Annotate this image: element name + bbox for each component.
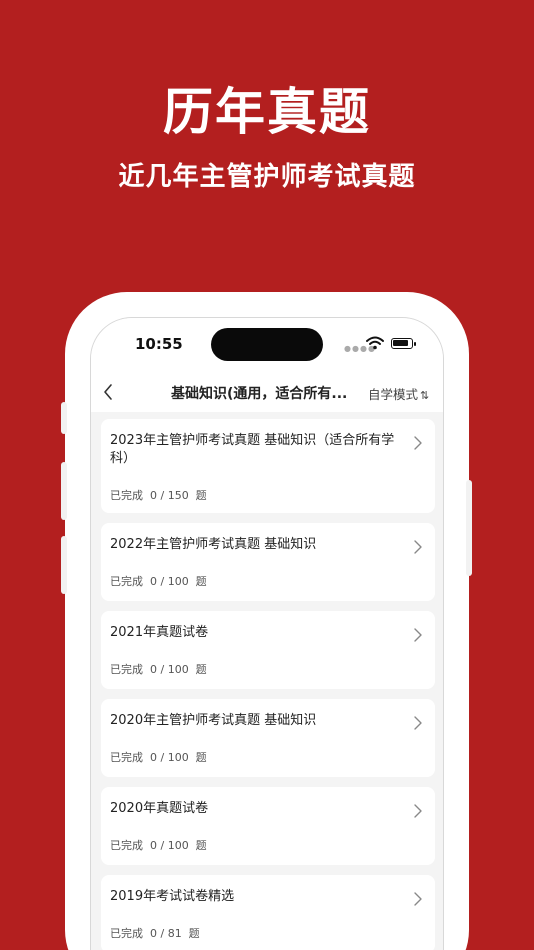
phone-power-button [466,480,472,576]
status-bar: 10:55 ●●●● [91,318,443,376]
paper-progress: 已完成 0 / 100 题 [110,663,207,676]
battery-cap [414,342,416,346]
paper-title: 2022年主管护师考试真题 基础知识 [110,537,317,552]
wifi-icon [366,336,384,350]
back-icon[interactable] [101,381,115,403]
paper-progress: 已完成 0 / 81 题 [110,927,200,940]
sort-icon: ⇅ [420,389,430,402]
paper-item[interactable]: 2020年主管护师考试真题 基础知识 已完成 0 / 100 题 [101,699,435,777]
phone-volume-up [61,462,67,520]
hero-title: 历年真题 [163,83,371,141]
chevron-right-icon [414,436,422,450]
chevron-right-icon [414,628,422,642]
chevron-right-icon [414,716,422,730]
battery-icon [391,338,413,349]
study-mode-label: 自学模式 [368,387,419,402]
paper-progress: 已完成 0 / 100 题 [110,575,207,588]
paper-item[interactable]: 2022年主管护师考试真题 基础知识 已完成 0 / 100 题 [101,523,435,601]
chevron-right-icon [414,804,422,818]
paper-item[interactable]: 2020年真题试卷 已完成 0 / 100 题 [101,787,435,865]
paper-title: 2023年主管护师考试真题 基础知识（适合所有学科） [110,433,395,466]
phone-screen: 10:55 ●●●● 基础知识(通用，适合所有... 自学模式 ⇅ 2023年主管… [90,317,444,950]
status-time: 10:55 [135,335,183,353]
nav-title: 基础知识(通用，适合所有... [171,386,348,402]
nav-bar: 基础知识(通用，适合所有... 自学模式 ⇅ [91,376,443,412]
paper-progress: 已完成 0 / 150 题 [110,489,207,502]
phone-mute-switch [61,402,67,434]
paper-progress: 已完成 0 / 100 题 [110,839,207,852]
hero-subtitle: 近几年主管护师考试真题 [118,162,416,192]
paper-item[interactable]: 2023年主管护师考试真题 基础知识（适合所有学科） 已完成 0 / 150 题 [101,419,435,513]
paper-title: 2019年考试试卷精选 [110,889,235,904]
paper-title: 2021年真题试卷 [110,625,209,640]
chevron-right-icon [414,540,422,554]
paper-item[interactable]: 2021年真题试卷 已完成 0 / 100 题 [101,611,435,689]
paper-progress: 已完成 0 / 100 题 [110,751,207,764]
dynamic-island [211,328,323,361]
paper-item[interactable]: 2019年考试试卷精选 已完成 0 / 81 题 [101,875,435,950]
chevron-right-icon [414,892,422,906]
paper-title: 2020年真题试卷 [110,801,209,816]
paper-title: 2020年主管护师考试真题 基础知识 [110,713,317,728]
phone-volume-down [61,536,67,594]
study-mode-toggle[interactable]: 自学模式 ⇅ [368,384,429,403]
